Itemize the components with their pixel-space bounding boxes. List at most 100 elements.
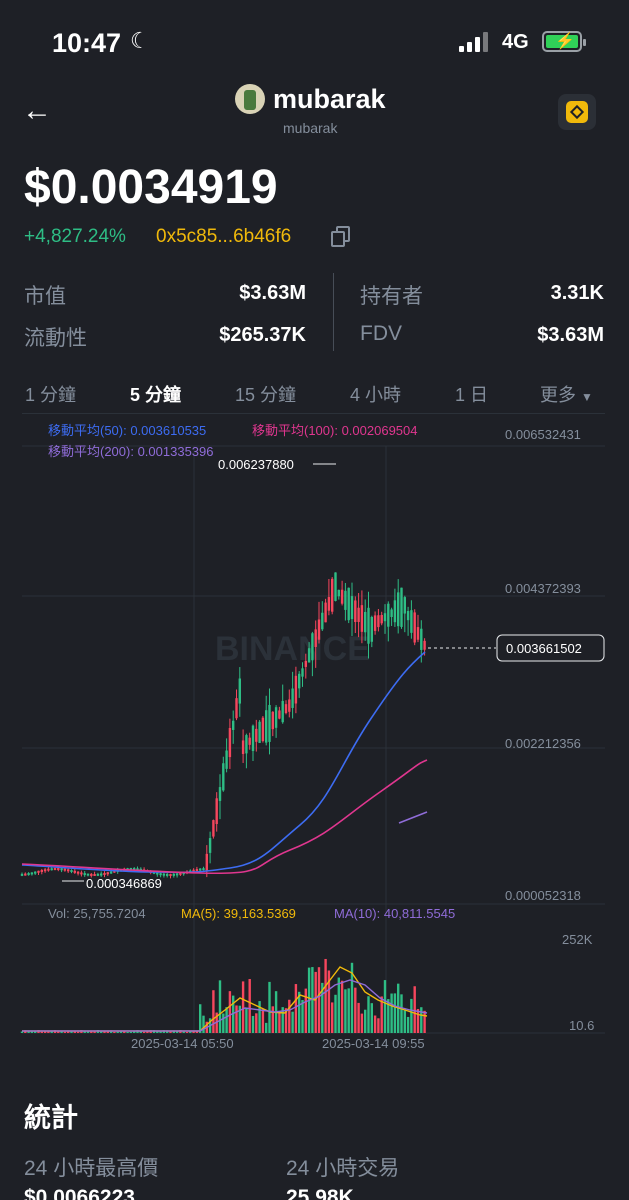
- tab-15m[interactable]: 15 分鐘: [235, 381, 296, 407]
- volume-bar: [212, 990, 215, 1033]
- volume-bar: [142, 1031, 146, 1033]
- candle-body: [301, 668, 304, 677]
- signal-icon: [459, 32, 491, 52]
- candle-body: [298, 673, 301, 689]
- trades-24h-value: 25.98K: [286, 1186, 354, 1200]
- candle-body: [420, 628, 423, 650]
- volume-bar: [364, 1009, 367, 1033]
- volume-bar: [222, 1013, 225, 1033]
- candle-body: [331, 578, 334, 612]
- volume-bar: [228, 991, 232, 1033]
- volume-bar: [416, 1009, 420, 1033]
- volume-bar: [301, 999, 304, 1033]
- moon-icon: ☾: [130, 28, 150, 53]
- volume-bar: [268, 981, 271, 1033]
- candle-body: [284, 704, 288, 714]
- candle-body: [248, 737, 251, 745]
- candle-body: [410, 610, 413, 633]
- candle-body: [222, 763, 225, 791]
- volume-bar: [113, 1031, 116, 1033]
- candle-body: [199, 868, 202, 871]
- tab-more[interactable]: 更多 ▼: [540, 381, 593, 407]
- candle-body: [350, 596, 354, 620]
- holders-value: 3.31K: [550, 282, 604, 304]
- volume-bar: [288, 999, 291, 1033]
- token-stats: 市值 $3.63M 流動性 $265.37K 持有者 3.31K FDV $3.…: [0, 270, 629, 360]
- volume-ma5-legend: MA(5): 39,163.5369: [181, 906, 296, 921]
- candle-body: [212, 820, 215, 837]
- volume-bar: [202, 1015, 205, 1033]
- volume-bar: [370, 1003, 373, 1033]
- volume-bar: [377, 1018, 380, 1033]
- volume-bar: [354, 987, 357, 1033]
- volume-bar: [116, 1031, 119, 1033]
- candle-body: [73, 870, 76, 873]
- price-chart[interactable]: BINANCE 移動平均(50): 0.003610535 移動平均(100):…: [0, 420, 629, 1060]
- candle-body: [373, 615, 377, 631]
- volume-legend: Vol: 25,755.7204: [48, 906, 146, 921]
- candle-body: [225, 750, 228, 769]
- volume-bar: [278, 1011, 281, 1033]
- tab-5m[interactable]: 5 分鐘: [130, 381, 181, 407]
- ma200-line: [398, 811, 428, 824]
- candle-body: [364, 611, 367, 633]
- volume-bar: [225, 1007, 228, 1033]
- volume-bar: [413, 986, 416, 1033]
- candle-body: [377, 615, 380, 628]
- candle-body: [265, 710, 268, 743]
- network-type: 4G: [502, 31, 529, 53]
- volume-bar: [265, 1022, 268, 1033]
- ma50-legend: 移動平均(50): 0.003610535: [48, 423, 206, 438]
- candle-body: [383, 613, 387, 622]
- candle-body: [63, 868, 67, 871]
- tab-1m[interactable]: 1 分鐘: [25, 381, 76, 407]
- candle-body: [334, 572, 337, 601]
- contract-address[interactable]: 0x5c85...6b46f6: [156, 226, 291, 248]
- y-tick-4: 0.000052318: [505, 888, 581, 903]
- candle-body: [337, 589, 340, 597]
- volume-bar: [76, 1031, 80, 1033]
- x-tick-2: 2025-03-14 09:55: [322, 1036, 425, 1051]
- liquidity-value: $265.37K: [219, 324, 306, 346]
- back-arrow-icon[interactable]: ←: [22, 94, 52, 128]
- candle-body: [380, 615, 383, 624]
- candle-body: [393, 600, 397, 623]
- bnb-chain-button[interactable]: [558, 94, 596, 130]
- y-tick-3: 0.002212356: [505, 736, 581, 751]
- candle-body: [238, 678, 241, 704]
- candle-body: [179, 872, 182, 875]
- volume-bar: [251, 1015, 255, 1033]
- volume-bar: [344, 989, 347, 1033]
- binance-watermark: BINANCE: [215, 630, 370, 668]
- high-24h-value: $0.0066223: [24, 1186, 135, 1200]
- stats-section-title: 統計: [24, 1103, 78, 1133]
- copy-icon[interactable]: [329, 226, 351, 248]
- candle-body: [397, 592, 400, 627]
- candle-body: [175, 873, 179, 876]
- volume-bar: [317, 967, 321, 1033]
- candle-body: [321, 612, 324, 630]
- stats-divider: [333, 273, 334, 351]
- candle-body: [235, 698, 238, 719]
- tab-4h[interactable]: 4 小時: [350, 381, 401, 407]
- volume-bar: [340, 980, 344, 1033]
- volume-bar: [367, 996, 370, 1033]
- trades-24h-label: 24 小時交易: [286, 1157, 400, 1180]
- token-logo: [235, 84, 265, 114]
- candle-body: [169, 873, 172, 876]
- candle-body: [413, 612, 416, 643]
- current-price: $0.0034919: [24, 161, 278, 214]
- candle-body: [324, 602, 327, 623]
- candle-body: [311, 633, 314, 661]
- candle-body: [327, 597, 331, 611]
- volume-bar: [245, 1007, 248, 1033]
- x-tick-1: 2025-03-14 05:50: [131, 1036, 234, 1051]
- token-title: mubarak: [273, 84, 386, 114]
- tab-1d[interactable]: 1 日: [455, 381, 488, 407]
- volume-bar: [347, 988, 350, 1033]
- candle-body: [80, 872, 83, 875]
- volume-bar: [314, 971, 317, 1033]
- candle-body: [232, 720, 235, 730]
- candle-body: [251, 725, 255, 752]
- volume-bar: [185, 1031, 189, 1033]
